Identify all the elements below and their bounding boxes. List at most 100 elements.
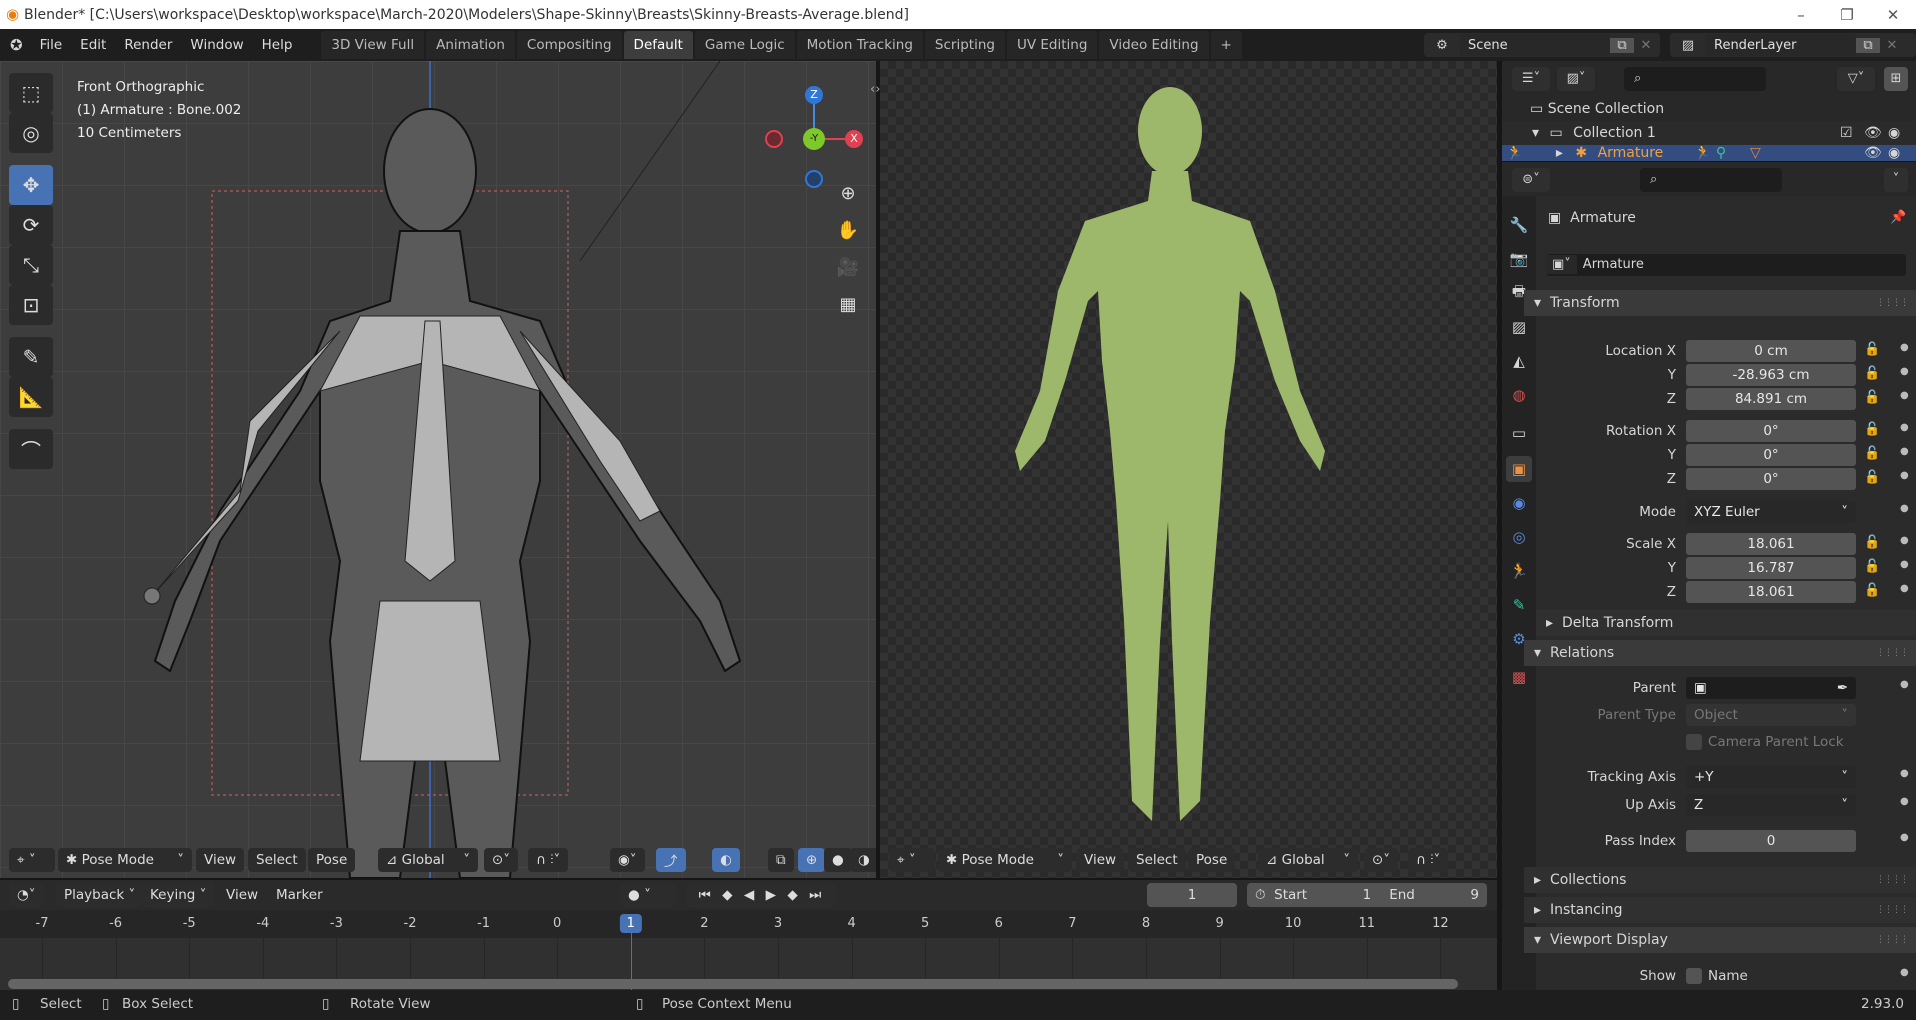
pivot-icon[interactable]: ⊙˅ [484, 848, 519, 872]
shading-material-icon[interactable]: ◑ [850, 848, 876, 872]
pose-data-icon[interactable]: 🏃 ⚲ [1694, 145, 1726, 161]
play-reverse-icon[interactable]: ◀ [744, 887, 756, 903]
instancing-panel-header[interactable]: ▸ Instancing ⋮⋮⋮⋮ [1524, 897, 1916, 923]
editor-type-icon[interactable]: ⊜˅ [1512, 168, 1550, 192]
options-chevron-icon[interactable]: ˅ [1884, 168, 1908, 192]
menu-edit[interactable]: Edit [71, 37, 115, 53]
drag-grip-icon[interactable]: ⋮⋮⋮⋮ [1876, 905, 1909, 915]
start-field[interactable]: 1 [1363, 887, 1372, 903]
tab-animation[interactable]: Animation [426, 31, 515, 59]
play-icon[interactable]: ▶ [766, 887, 778, 903]
tab-game-logic[interactable]: Game Logic [694, 31, 795, 59]
tab-scripting[interactable]: Scripting [924, 31, 1005, 59]
keyframe-dot-icon[interactable]: ● [1900, 446, 1909, 457]
view-layer-tab-icon[interactable]: ▨ [1506, 314, 1532, 340]
tracking-axis-dropdown[interactable]: +Y ˅ [1686, 766, 1856, 788]
gizmo-neg-y[interactable]: -Y [803, 128, 825, 150]
up-axis-dropdown[interactable]: Z ˅ [1686, 794, 1856, 816]
eye-icon[interactable]: 👁 [1864, 145, 1882, 161]
jump-start-icon[interactable]: ⏮ [699, 887, 713, 903]
view-menu[interactable]: View [1076, 848, 1125, 872]
keyframe-dot-icon[interactable]: ● [1900, 967, 1909, 978]
select-menu[interactable]: Select [248, 848, 306, 872]
measure-tool-icon[interactable]: 📐 [9, 377, 53, 417]
lock-icon[interactable]: 🔓 [1864, 342, 1880, 357]
new-scene-icon[interactable]: ⧉ [1610, 37, 1634, 53]
scene-name[interactable]: Scene [1460, 34, 1610, 56]
orientation-dropdown[interactable]: ⊿ Global ˅ [378, 848, 478, 872]
keying-menu[interactable]: Keying ˅ [142, 883, 215, 907]
blender-menu-icon[interactable]: ✪ [10, 36, 23, 54]
camera-view-icon[interactable]: 🎥 [834, 253, 862, 281]
marker-menu[interactable]: Marker [268, 883, 331, 907]
outliner-row-armature[interactable]: 🏃 ▸ ✱ Armature 🏃 ⚲ ▽ 👁 ◉ [1502, 145, 1916, 161]
remove-layer-icon[interactable]: ✕ [1880, 38, 1904, 53]
jump-end-icon[interactable]: ⏭ [809, 887, 823, 903]
prev-keyframe-icon[interactable]: ◆ [722, 887, 734, 903]
playback-menu[interactable]: Playback ˅ [56, 883, 144, 907]
pose-menu[interactable]: Pose [1188, 848, 1236, 872]
render-layer-selector[interactable]: ▨ RenderLayer ⧉ ✕ [1670, 33, 1916, 57]
viewport-rendered[interactable]: ⌖ ˅ ✱ Pose Mode ˅ View Select Pose ⊿ Glob… [880, 61, 1497, 878]
gizmo-x[interactable]: X [845, 130, 863, 148]
keyframe-dot-icon[interactable]: ● [1900, 583, 1909, 594]
expand-arrow-icon[interactable]: ▸ [1556, 145, 1563, 161]
select-box-tool-icon[interactable]: ⬚ [9, 73, 53, 113]
rotation-mode-dropdown[interactable]: XYZ Euler ˅ [1686, 501, 1856, 523]
mode-dropdown[interactable]: ✱ Pose Mode ˅ [58, 848, 192, 872]
timeline-view-menu[interactable]: View [218, 883, 266, 907]
pose-menu[interactable]: Pose [308, 848, 356, 872]
tab-uv-editing[interactable]: UV Editing [1006, 31, 1098, 59]
mode-dropdown[interactable]: ✱ Pose Mode ˅ [938, 848, 1072, 872]
outliner-scene-collection[interactable]: ▭ Scene Collection [1530, 97, 1664, 121]
cursor-tool-icon[interactable]: ◎ [9, 113, 53, 153]
outliner-row-collection-1[interactable]: ▾ ▭ Collection 1 ☑ 👁 ◉ [1502, 121, 1916, 145]
select-menu[interactable]: Select [1128, 848, 1186, 872]
current-frame-field[interactable]: 1 [1147, 883, 1237, 907]
timeline[interactable]: ◔˅ Playback ˅ Keying ˅ View Marker ● ˅ ⏮… [0, 880, 1497, 990]
scale-y-field[interactable]: 16.787 [1686, 557, 1856, 579]
eye-icon[interactable]: 👁 [1864, 121, 1882, 145]
object-name-field[interactable]: ▣˅ Armature [1546, 254, 1906, 276]
location-y-field[interactable]: -28.963 cm [1686, 364, 1856, 386]
mesh-modifier-icon[interactable]: ▽ [1750, 145, 1761, 161]
lock-icon[interactable]: 🔓 [1864, 422, 1880, 437]
minimize-button[interactable]: – [1778, 0, 1824, 29]
checkbox-icon[interactable]: ☑ [1840, 121, 1853, 145]
pan-hand-icon[interactable]: ✋ [834, 216, 862, 244]
rotation-x-field[interactable]: 0° [1686, 420, 1856, 442]
show-name-checkbox[interactable] [1686, 968, 1702, 984]
snap-icon[interactable]: ∩ ⫶˅ [1408, 848, 1449, 872]
horizontal-scrollbar[interactable] [8, 979, 1458, 989]
location-z-field[interactable]: 84.891 cm [1686, 388, 1856, 410]
viewport-wireframe[interactable]: Front Orthographic (1) Armature : Bone.0… [0, 61, 876, 878]
keyframe-dot-icon[interactable]: ● [1900, 390, 1909, 401]
render-layer-name[interactable]: RenderLayer [1706, 34, 1856, 56]
camera-icon[interactable]: ◉ [1888, 121, 1900, 145]
drag-grip-icon[interactable]: ⋮⋮⋮⋮ [1876, 935, 1909, 945]
tab-compositing[interactable]: Compositing [516, 31, 622, 59]
keyframe-dot-icon[interactable]: ● [1900, 470, 1909, 481]
lock-icon[interactable]: 🔓 [1864, 535, 1880, 550]
menu-window[interactable]: Window [181, 37, 252, 53]
stopwatch-icon[interactable]: ⏱ [1255, 887, 1274, 903]
keyframe-dot-icon[interactable]: ● [1900, 366, 1909, 377]
properties-search-input[interactable]: ⌕ [1640, 168, 1782, 192]
keyframe-dot-icon[interactable]: ● [1900, 832, 1909, 843]
close-button[interactable]: ✕ [1870, 0, 1916, 29]
snap-icon[interactable]: ∩ ⫶˅ [528, 848, 569, 872]
keyframe-dot-icon[interactable]: ● [1900, 796, 1909, 807]
keyframe-dot-icon[interactable]: ● [1900, 679, 1909, 690]
gizmo-neg-x[interactable] [765, 130, 783, 148]
navigation-gizmo[interactable]: Z -Y X [760, 75, 870, 188]
menu-render[interactable]: Render [115, 37, 181, 53]
relations-panel-header[interactable]: ▾ Relations ⋮⋮⋮⋮ [1524, 640, 1916, 666]
xray-toggle-icon[interactable]: ⧉ [768, 848, 794, 872]
lock-icon[interactable]: 🔓 [1864, 559, 1880, 574]
camera-icon[interactable]: ◉ [1888, 145, 1900, 161]
new-collection-icon[interactable]: ⊞ [1884, 67, 1908, 91]
overlay-toggle-icon[interactable]: ◐ [712, 848, 740, 872]
split-handle-icon[interactable]: ‹› [870, 82, 880, 97]
keyframe-dot-icon[interactable]: ● [1900, 422, 1909, 433]
ortho-grid-icon[interactable]: ▦ [834, 290, 862, 318]
